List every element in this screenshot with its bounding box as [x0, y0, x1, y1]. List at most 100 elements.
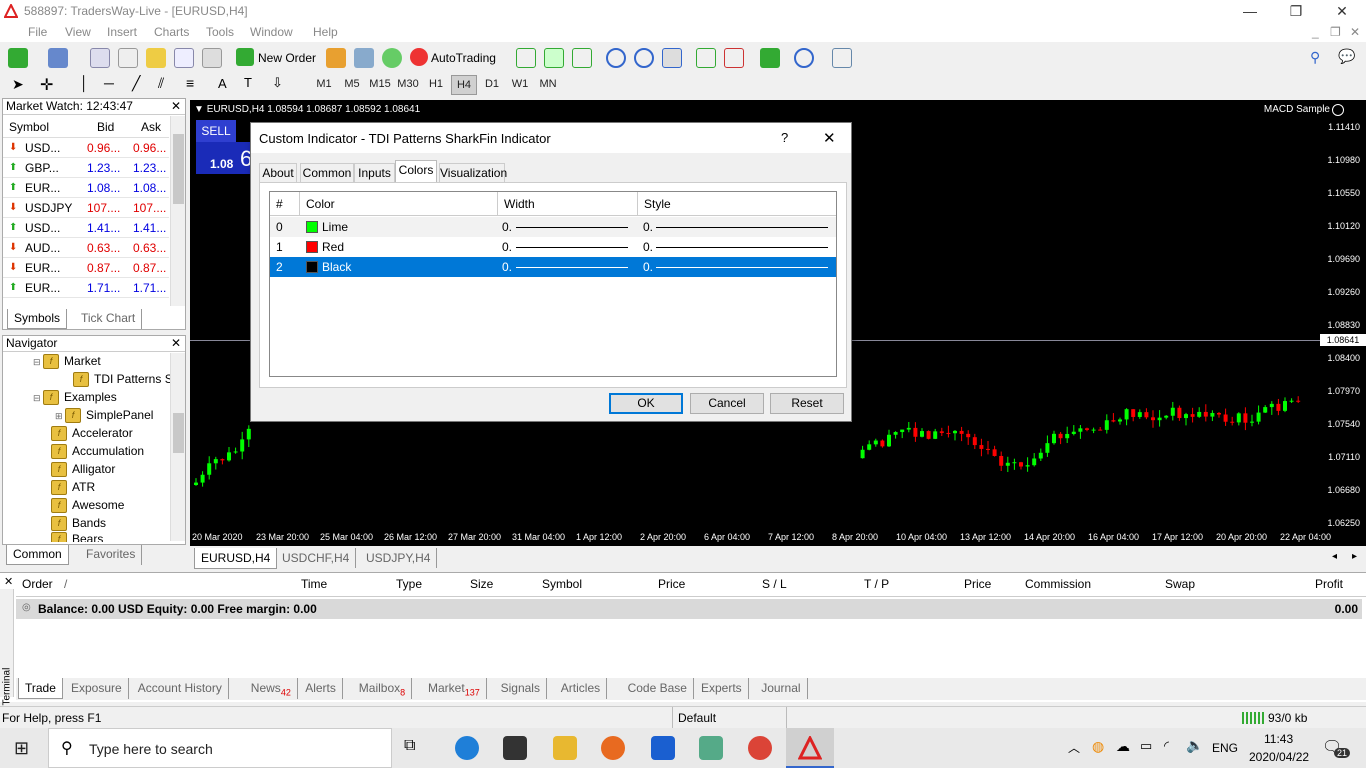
terminal-tab-mailbox[interactable]: Mailbox8	[353, 678, 413, 699]
close-icon[interactable]: ✕	[171, 336, 181, 351]
column-ask[interactable]: Ask	[141, 120, 161, 134]
signals-icon[interactable]	[382, 48, 402, 68]
clock-date[interactable]: 2020/04/22	[1249, 750, 1309, 764]
width-value[interactable]: 0.	[502, 257, 512, 277]
dialog-help-button[interactable]: ?	[781, 130, 788, 145]
mdi-close-button[interactable]: ✕	[1350, 25, 1360, 39]
line-chart-icon[interactable]	[572, 48, 592, 68]
battery-icon[interactable]: ▭	[1140, 738, 1152, 754]
profiles-icon[interactable]	[48, 48, 68, 68]
menu-help[interactable]: Help	[313, 25, 338, 39]
tab-tick-chart[interactable]: Tick Chart	[75, 309, 143, 329]
strategy-tester-icon[interactable]	[202, 48, 222, 68]
timeframe-m5[interactable]: M5	[339, 78, 365, 90]
timeframe-w1[interactable]: W1	[507, 78, 533, 90]
market-watch-row[interactable]: ⬇ AUD... 0.63... 0.63...	[3, 238, 169, 258]
mdi-minimize-button[interactable]: _	[1312, 25, 1319, 39]
search-icon[interactable]: ⚲	[1310, 49, 1320, 66]
nav-item-alligator[interactable]: f Alligator	[51, 460, 115, 478]
col-price[interactable]: Price	[658, 577, 685, 591]
style-value[interactable]: 0.	[643, 217, 653, 237]
color-row[interactable]: 2 Black 0. 0.	[270, 257, 836, 277]
col-tp[interactable]: T / P	[864, 577, 889, 591]
cancel-button[interactable]: Cancel	[690, 393, 764, 414]
file-explorer-icon[interactable]	[553, 736, 577, 760]
col-commission[interactable]: Commission	[1025, 577, 1091, 591]
tray-expand-icon[interactable]: ︿	[1068, 739, 1080, 756]
new-chart-icon[interactable]	[8, 48, 28, 68]
width-value[interactable]: 0.	[502, 217, 512, 237]
market-watch-row[interactable]: ⬆ EUR... 1.71... 1.71...	[3, 278, 169, 298]
dropbox-icon[interactable]	[651, 736, 675, 760]
dialog-tab-common[interactable]: Common	[300, 163, 354, 183]
nav-item-accumulation[interactable]: f Accumulation	[51, 442, 144, 460]
style-value[interactable]: 0.	[643, 237, 653, 257]
col-order[interactable]: Order	[22, 577, 53, 591]
data-window-icon[interactable]	[118, 48, 138, 68]
task-view-icon[interactable]: ⧉	[404, 737, 415, 755]
horizontal-line-icon[interactable]: ─	[104, 75, 114, 91]
balance-row[interactable]: ◎ Balance: 0.00 USD Equity: 0.00 Free ma…	[16, 599, 1362, 619]
edge-icon[interactable]	[455, 736, 479, 760]
nav-item-atr[interactable]: f ATR	[51, 478, 95, 496]
terminal-tab-experts[interactable]: Experts	[695, 678, 749, 699]
nav-item-market[interactable]: ⊟ f Market	[33, 352, 101, 370]
scroll-left-icon[interactable]: ◂	[1332, 551, 1337, 562]
timeframe-m15[interactable]: M15	[367, 78, 393, 90]
nav-item-bears[interactable]: f Bears	[51, 530, 103, 542]
menu-tools[interactable]: Tools	[206, 25, 234, 39]
terminal-tab-account-history[interactable]: Account History	[132, 678, 229, 699]
nav-item-simplepanel[interactable]: ⊞ f SimplePanel	[55, 406, 153, 424]
market-watch-row[interactable]: ⬆ EUR... 1.08... 1.08...	[3, 178, 169, 198]
market-watch-scrollbar[interactable]	[170, 116, 185, 306]
scroll-right-icon[interactable]: ▸	[1352, 551, 1357, 562]
timeframe-h1[interactable]: H1	[423, 78, 449, 90]
tab-common[interactable]: Common	[6, 545, 69, 565]
nav-item-examples[interactable]: ⊟ f Examples	[33, 388, 117, 406]
ok-button[interactable]: OK	[609, 393, 683, 414]
width-value[interactable]: 0.	[502, 237, 512, 257]
timeframe-h4[interactable]: H4	[451, 75, 477, 95]
terminal-tab-market[interactable]: Market137	[422, 678, 487, 699]
market-watch-row[interactable]: ⬇ USDJPY 107.... 107....	[3, 198, 169, 218]
terminal-tab-exposure[interactable]: Exposure	[65, 678, 129, 699]
chart-tab-eurusd[interactable]: EURUSD,H4	[194, 548, 278, 569]
col-price-current[interactable]: Price	[964, 577, 991, 591]
dialog-tab-about[interactable]: About	[259, 163, 297, 183]
minimize-button[interactable]: —	[1227, 0, 1273, 22]
color-swatch[interactable]	[306, 261, 318, 273]
vertical-line-icon[interactable]: │	[80, 75, 89, 91]
dialog-tab-visualization[interactable]: Visualization	[439, 163, 507, 183]
clock-time[interactable]: 11:43	[1264, 732, 1293, 746]
terminal-icon[interactable]	[174, 48, 194, 68]
periods-icon[interactable]	[794, 48, 814, 68]
column-symbol[interactable]: Symbol	[9, 120, 49, 134]
terminal-close-icon[interactable]: ✕	[4, 575, 13, 588]
color-row[interactable]: 0 Lime 0. 0.	[270, 217, 836, 237]
terminal-tab-code-base[interactable]: Code Base	[622, 678, 694, 699]
menu-charts[interactable]: Charts	[154, 25, 189, 39]
col-time[interactable]: Time	[301, 577, 327, 591]
menu-view[interactable]: View	[65, 25, 91, 39]
text-icon[interactable]: A	[218, 76, 227, 91]
nav-item-tdi-patterns[interactable]: f TDI Patterns S	[73, 370, 173, 388]
market-watch-row[interactable]: ⬆ USD... 1.41... 1.41...	[3, 218, 169, 238]
zoom-in-icon[interactable]	[606, 48, 626, 68]
navigator-icon[interactable]	[146, 48, 166, 68]
terminal-tab-articles[interactable]: Articles	[555, 678, 608, 699]
reset-button[interactable]: Reset	[770, 393, 844, 414]
metaeditor-icon[interactable]	[326, 48, 346, 68]
arrows-icon[interactable]: ⇩	[272, 75, 283, 91]
templates-icon[interactable]	[832, 48, 852, 68]
color-swatch[interactable]	[306, 241, 318, 253]
text-label-icon[interactable]: T	[244, 75, 252, 90]
crosshair-icon[interactable]: ✛	[40, 75, 53, 95]
auto-scroll-icon[interactable]	[696, 48, 716, 68]
indicators-icon[interactable]	[760, 48, 780, 68]
menu-file[interactable]: File	[28, 25, 47, 39]
terminal-tab-journal[interactable]: Journal	[755, 678, 808, 699]
community-icon[interactable]	[354, 48, 374, 68]
close-window-button[interactable]: ✕	[1319, 0, 1365, 22]
store-icon[interactable]	[503, 736, 527, 760]
mdi-restore-button[interactable]: ❐	[1330, 25, 1341, 39]
